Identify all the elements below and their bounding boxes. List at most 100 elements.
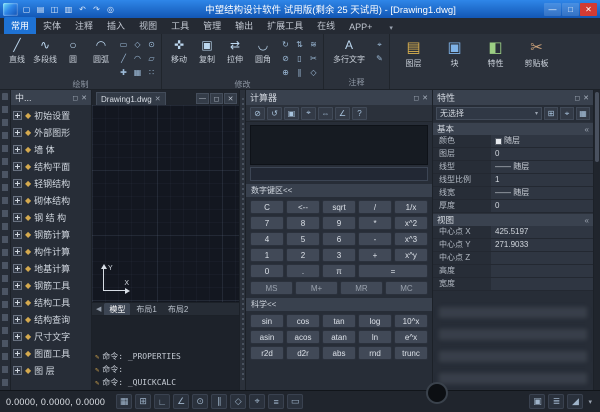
toolbox-item[interactable]: ◆ 图 层 [11, 362, 91, 379]
calc-key[interactable]: . [286, 264, 320, 278]
options-icon[interactable]: ◎ [104, 3, 117, 16]
property-row[interactable]: 图层 0 [433, 148, 593, 161]
ribbon-tab[interactable]: 管理 [196, 17, 228, 34]
ribbon-tab[interactable]: 在线 [310, 17, 342, 34]
toolbox-item[interactable]: ◆ 地基计算 [11, 260, 91, 277]
lineweight-toggle[interactable]: ≡ [268, 394, 284, 409]
modify-mini-icon[interactable]: ◇ [307, 66, 320, 79]
scrollbar-thumb[interactable] [595, 92, 599, 162]
modify-mini-icon[interactable]: ✂ [307, 52, 320, 65]
expand-plus-icon[interactable] [13, 366, 22, 375]
new-file-icon[interactable]: ▢ [20, 3, 33, 16]
expand-plus-icon[interactable] [13, 111, 22, 120]
modify-tool-button[interactable]: ✜ 移动 [165, 36, 193, 65]
toolbox-item[interactable]: ◆ 图面工具 [11, 345, 91, 362]
quickprops-toggle[interactable]: ▭ [287, 394, 303, 409]
fullscreen-icon[interactable]: ◢ [567, 394, 583, 409]
selection-dropdown[interactable]: 无选择 ▾ [436, 107, 542, 120]
snap-toggle[interactable]: ▦ [116, 394, 132, 409]
modify-mini-icon[interactable]: ↻ [279, 38, 292, 51]
toolbox-item[interactable]: ◆ 尺寸文字 [11, 328, 91, 345]
annotation-group-label[interactable]: 注释 [327, 77, 386, 89]
toolbox-item[interactable]: ◆ 外部图形 [11, 124, 91, 141]
ribbon-tab[interactable]: 插入 [100, 17, 132, 34]
expand-plus-icon[interactable] [13, 162, 22, 171]
close-icon[interactable]: ✕ [81, 94, 87, 102]
print-icon[interactable]: ▥ [62, 3, 75, 16]
property-row[interactable]: 高度 [433, 265, 593, 278]
modify-tool-button[interactable]: ⇄ 拉伸 [221, 36, 249, 65]
calc-key[interactable]: 9 [322, 216, 356, 230]
ribbon-panel-button[interactable]: ◧ 特性 [475, 36, 516, 89]
maximize-button[interactable]: □ [562, 3, 579, 16]
calc-sci-key[interactable]: log [358, 314, 392, 328]
layout-prev-icon[interactable]: ◀ [94, 305, 103, 313]
toolbox-item[interactable]: ◆ 钢 结 构 [11, 209, 91, 226]
minimize-button[interactable]: — [544, 3, 561, 16]
toolbox-item[interactable]: ◆ 结构工具 [11, 294, 91, 311]
quick-select-icon[interactable]: ▦ [576, 107, 590, 120]
draw-tool-button[interactable]: ◠ 圆弧 [87, 36, 115, 65]
ribbon-tab[interactable]: 常用 [4, 17, 36, 34]
ribbon-panel-button[interactable]: ▤ 图层 [393, 36, 434, 89]
expand-plus-icon[interactable] [13, 213, 22, 222]
angle-icon[interactable]: ∠ [335, 107, 350, 120]
get-coordinates-icon[interactable]: ⌖ [301, 107, 316, 120]
pin-icon[interactable]: ◻ [413, 94, 419, 102]
property-row[interactable]: 宽度 [433, 278, 593, 291]
calc-key[interactable]: 4 [250, 232, 284, 246]
draw-mini-icon[interactable]: ▱ [145, 52, 158, 65]
annotation-mini-icon[interactable]: ⌖ [373, 38, 386, 51]
grid-toggle[interactable]: ⊞ [135, 394, 151, 409]
calc-key[interactable]: <-- [286, 200, 320, 214]
expand-plus-icon[interactable] [13, 315, 22, 324]
draw-tool-button[interactable]: ○ 圆 [59, 36, 87, 65]
draw-mini-icon[interactable]: ▭ [117, 38, 130, 51]
calc-key[interactable]: 8 [286, 216, 320, 230]
select-objects-icon[interactable]: ⌖ [560, 107, 574, 120]
clear-history-icon[interactable]: ↺ [267, 107, 282, 120]
draw-tool-button[interactable]: ╱ 直线 [3, 36, 31, 65]
calc-key[interactable]: π [322, 264, 356, 278]
draw-mini-icon[interactable]: ╱ [117, 52, 130, 65]
property-row[interactable]: 线型 —— 随层 [433, 161, 593, 174]
calc-key[interactable]: + [358, 248, 392, 262]
toolbox-item[interactable]: ◆ 钢筋工具 [11, 277, 91, 294]
help-icon[interactable]: ? [352, 107, 367, 120]
doc-restore-button[interactable]: ◻ [210, 93, 223, 104]
ducs-toggle[interactable]: ◇ [230, 394, 246, 409]
modify-mini-icon[interactable]: ⊕ [279, 66, 292, 79]
draw-mini-icon[interactable]: ▦ [131, 66, 144, 79]
modify-mini-icon[interactable]: ⊘ [279, 52, 292, 65]
draw-mini-icon[interactable]: ◠ [131, 52, 144, 65]
draw-mini-icon[interactable]: ✚ [117, 66, 130, 79]
calculator-input[interactable] [250, 167, 428, 181]
calc-key[interactable]: 2 [286, 248, 320, 262]
calc-key[interactable]: 0 [250, 264, 284, 278]
ribbon-panel-button[interactable]: ✂ 剪贴板 [516, 36, 557, 89]
modify-mini-icon[interactable]: ▯ [293, 52, 306, 65]
expand-plus-icon[interactable] [13, 128, 22, 137]
paste-value-icon[interactable]: ▣ [284, 107, 299, 120]
toolbox-item[interactable]: ◆ 结构查询 [11, 311, 91, 328]
properties-scrollbar[interactable] [593, 90, 600, 390]
modify-mini-icon[interactable]: ⇅ [293, 38, 306, 51]
calc-sci-key[interactable]: tan [322, 314, 356, 328]
close-icon[interactable]: ✕ [583, 94, 589, 102]
calc-key[interactable]: 1 [250, 248, 284, 262]
expand-plus-icon[interactable] [13, 179, 22, 188]
toolbox-item[interactable]: ◆ 砌体结构 [11, 192, 91, 209]
expand-plus-icon[interactable] [13, 332, 22, 341]
mtext-button[interactable]: A 多行文字 [327, 36, 371, 65]
calc-key[interactable]: 6 [322, 232, 356, 246]
doc-close-button[interactable]: ✕ [224, 93, 237, 104]
document-tab-close-icon[interactable]: ✕ [155, 95, 161, 103]
polar-toggle[interactable]: ∠ [173, 394, 189, 409]
toolbox-item[interactable]: ◆ 轻钢结构 [11, 175, 91, 192]
calc-key[interactable]: sqrt [322, 200, 356, 214]
calc-sci-key[interactable]: atan [322, 330, 356, 344]
toolbox-item[interactable]: ◆ 初始设置 [11, 107, 91, 124]
calc-sci-key[interactable]: 10^x [394, 314, 428, 328]
dyn-toggle[interactable]: ⌖ [249, 394, 265, 409]
calc-sci-key[interactable]: sin [250, 314, 284, 328]
